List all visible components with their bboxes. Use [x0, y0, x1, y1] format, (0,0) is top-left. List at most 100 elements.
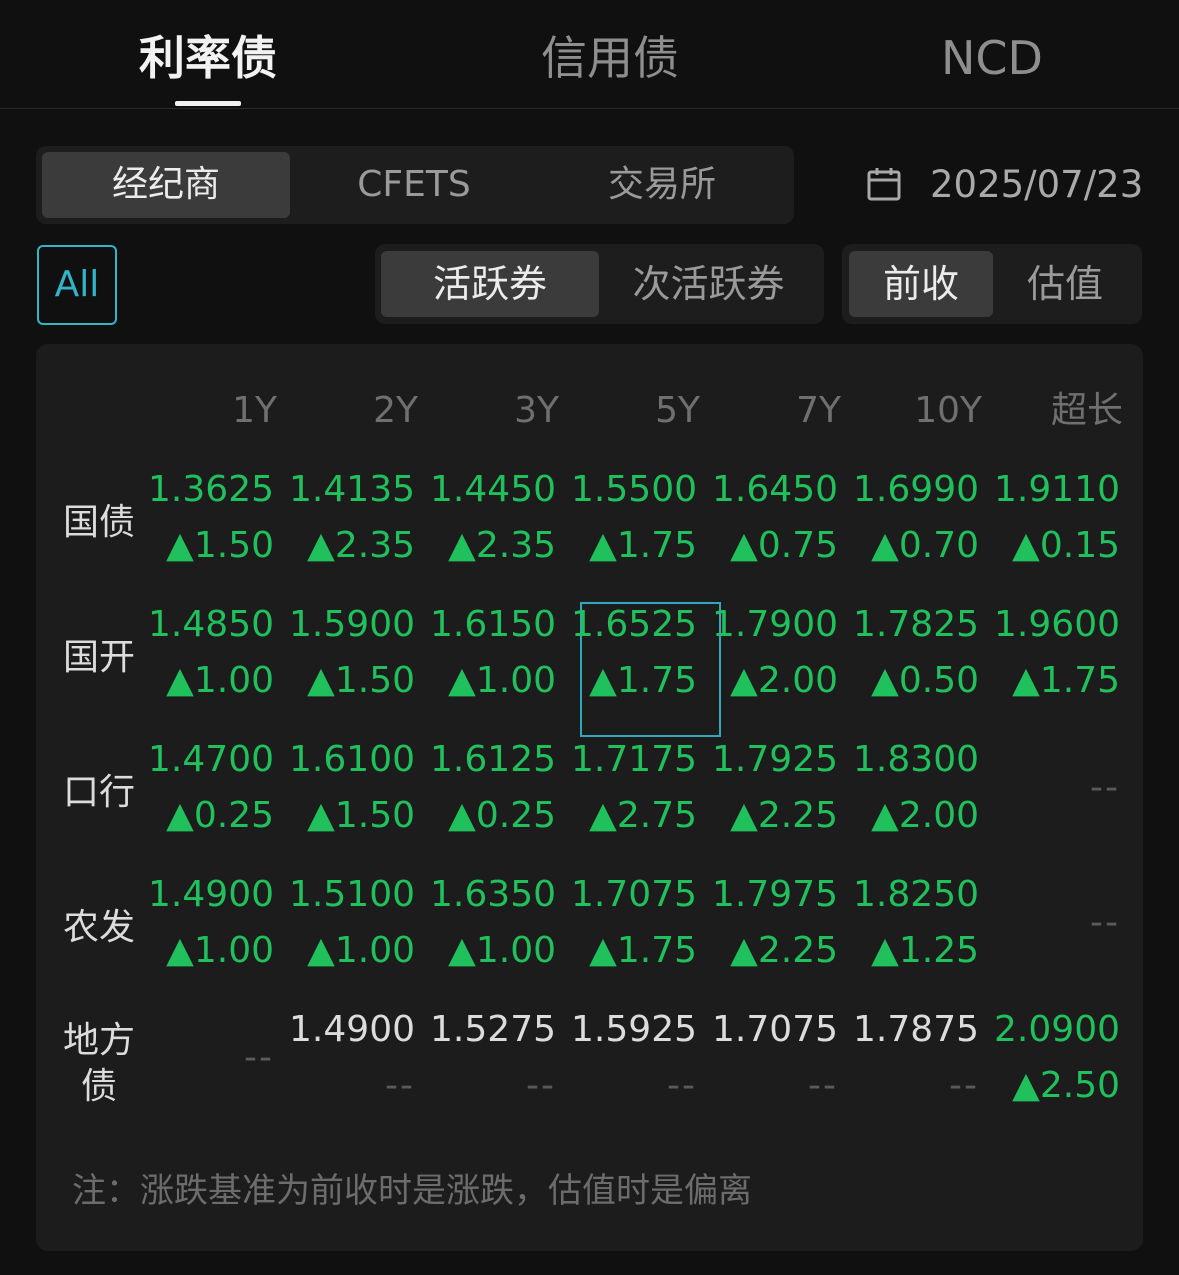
change-value: ▲1.75 [589, 930, 697, 971]
change-value: ▲1.00 [448, 930, 556, 971]
yield-value: 1.5925 [571, 1009, 697, 1050]
change-value: ▲2.50 [1012, 1065, 1120, 1106]
yield-cell-r2-2y[interactable]: 1.6100 ▲1.50 [289, 737, 439, 872]
yield-cell-r4-3y[interactable]: 1.5275 -- [430, 1007, 580, 1142]
yield-value: 1.8250 [853, 874, 979, 915]
yield-cell-r3-ultra-long[interactable]: -- [1003, 872, 1144, 1007]
change-value: ▲1.25 [871, 930, 979, 971]
segment-prev-close[interactable]: 前收 [849, 251, 993, 317]
yield-value: 1.7975 [712, 874, 838, 915]
yield-value: 1.7175 [571, 739, 697, 780]
yield-cell-r2-7y[interactable]: 1.7925 ▲2.25 [712, 737, 862, 872]
yield-value: -- [1090, 902, 1120, 943]
segment-broker[interactable]: 经纪商 [42, 152, 290, 218]
yield-cell-r1-5y[interactable]: 1.6525 ▲1.75 [571, 602, 721, 737]
change-value: -- [526, 1065, 556, 1106]
change-value: ▲1.00 [166, 660, 274, 701]
change-value: ▲2.35 [448, 525, 556, 566]
yield-cell-r1-2y[interactable]: 1.5900 ▲1.50 [289, 602, 439, 737]
yield-value: 1.7075 [571, 874, 697, 915]
change-value: -- [808, 1065, 838, 1106]
segment-active-bonds[interactable]: 活跃券 [381, 251, 599, 317]
segment-cfets[interactable]: CFETS [290, 152, 538, 218]
yield-cell-r0-7y[interactable]: 1.6450 ▲0.75 [712, 467, 862, 602]
yield-cell-r0-3y[interactable]: 1.4450 ▲2.35 [430, 467, 580, 602]
change-value: ▲2.35 [307, 525, 415, 566]
yield-value: 1.4700 [148, 739, 274, 780]
yield-value: 1.6450 [712, 469, 838, 510]
yield-cell-r1-1y[interactable]: 1.4850 ▲1.00 [148, 602, 298, 737]
yield-cell-r3-5y[interactable]: 1.7075 ▲1.75 [571, 872, 721, 1007]
yield-cell-r1-3y[interactable]: 1.6150 ▲1.00 [430, 602, 580, 737]
yield-cell-r4-5y[interactable]: 1.5925 -- [571, 1007, 721, 1142]
yield-cell-r3-10y[interactable]: 1.8250 ▲1.25 [853, 872, 1003, 1007]
yield-value: 1.4450 [430, 469, 556, 510]
change-value: ▲2.00 [871, 795, 979, 836]
change-value: ▲2.25 [730, 930, 838, 971]
yield-cell-r1-ultra-long[interactable]: 1.9600 ▲1.75 [994, 602, 1144, 737]
segment-valuation[interactable]: 估值 [993, 251, 1137, 317]
change-value: ▲0.50 [871, 660, 979, 701]
yield-cell-r3-2y[interactable]: 1.5100 ▲1.00 [289, 872, 439, 1007]
yield-cell-r2-10y[interactable]: 1.8300 ▲2.00 [853, 737, 1003, 872]
row-label-adbc: 农发 [62, 907, 135, 948]
date-value: 2025/07/23 [930, 163, 1144, 206]
row-label-cdb: 国开 [62, 637, 135, 678]
yield-cell-r3-1y[interactable]: 1.4900 ▲1.00 [148, 872, 298, 1007]
yield-cell-r0-2y[interactable]: 1.4135 ▲2.35 [289, 467, 439, 602]
yield-cell-r2-ultra-long[interactable]: -- [1003, 737, 1144, 872]
change-value: ▲2.75 [589, 795, 697, 836]
yield-value: 1.7875 [853, 1009, 979, 1050]
yield-value: 1.6525 [571, 604, 697, 645]
segment-sub-active-bonds[interactable]: 次活跃券 [599, 251, 818, 317]
yield-cell-r1-7y[interactable]: 1.7900 ▲2.00 [712, 602, 862, 737]
yield-cell-r3-3y[interactable]: 1.6350 ▲1.00 [430, 872, 580, 1007]
tab-rate-bonds[interactable]: 利率债 [108, 28, 308, 88]
col-header-10y: 10Y [914, 390, 982, 431]
col-header-5y: 5Y [655, 390, 700, 431]
tab-credit-bonds[interactable]: 信用债 [510, 28, 710, 88]
yield-cell-r0-1y[interactable]: 1.3625 ▲1.50 [148, 467, 298, 602]
yield-cell-r1-10y[interactable]: 1.7825 ▲0.50 [853, 602, 1003, 737]
yield-value: 1.6100 [289, 739, 415, 780]
col-header-ultra-long: 超长 [1050, 390, 1123, 431]
yield-cell-r4-2y[interactable]: 1.4900 -- [289, 1007, 439, 1142]
yield-value: 1.4850 [148, 604, 274, 645]
change-value: ▲0.75 [730, 525, 838, 566]
yield-cell-r4-7y[interactable]: 1.7075 -- [712, 1007, 862, 1142]
yield-value: 1.6150 [430, 604, 556, 645]
yield-value: -- [244, 1037, 274, 1078]
change-value: ▲1.75 [1012, 660, 1120, 701]
change-value: ▲0.70 [871, 525, 979, 566]
yield-value: 1.7825 [853, 604, 979, 645]
top-tab-bar: 利率债 信用债 NCD [0, 0, 1179, 109]
change-value: ▲1.75 [589, 525, 697, 566]
yield-cell-r2-3y[interactable]: 1.6125 ▲0.25 [430, 737, 580, 872]
tab-ncd[interactable]: NCD [892, 28, 1092, 88]
row-label-exim: 口行 [62, 772, 135, 813]
yield-value: 1.7925 [712, 739, 838, 780]
yield-cell-r0-10y[interactable]: 1.6990 ▲0.70 [853, 467, 1003, 602]
footnote: 注：涨跌基准为前收时是涨跌，估值时是偏离 [72, 1171, 752, 1211]
row-label-local-gov: 地方 债 [62, 1020, 135, 1107]
change-value: -- [949, 1065, 979, 1106]
yield-cell-r0-ultra-long[interactable]: 1.9110 ▲0.15 [994, 467, 1144, 602]
yield-cell-r3-7y[interactable]: 1.7975 ▲2.25 [712, 872, 862, 1007]
yield-cell-r4-ultra-long[interactable]: 2.0900 ▲2.50 [994, 1007, 1144, 1142]
yield-value: 1.9600 [994, 604, 1120, 645]
change-value: ▲1.00 [166, 930, 274, 971]
yield-cell-r4-10y[interactable]: 1.7875 -- [853, 1007, 1003, 1142]
yield-cell-r4-1y[interactable]: -- [157, 1007, 298, 1142]
change-value: ▲0.15 [1012, 525, 1120, 566]
change-value: ▲1.00 [448, 660, 556, 701]
yield-cell-r2-5y[interactable]: 1.7175 ▲2.75 [571, 737, 721, 872]
yield-value: 1.5900 [289, 604, 415, 645]
change-value: ▲1.50 [307, 660, 415, 701]
change-value: ▲1.50 [166, 525, 274, 566]
all-filter-button[interactable]: All [37, 245, 117, 325]
yield-cell-r0-5y[interactable]: 1.5500 ▲1.75 [571, 467, 721, 602]
yield-value: 1.8300 [853, 739, 979, 780]
segment-exchange[interactable]: 交易所 [538, 152, 786, 218]
yield-value: 1.4900 [289, 1009, 415, 1050]
yield-cell-r2-1y[interactable]: 1.4700 ▲0.25 [148, 737, 298, 872]
